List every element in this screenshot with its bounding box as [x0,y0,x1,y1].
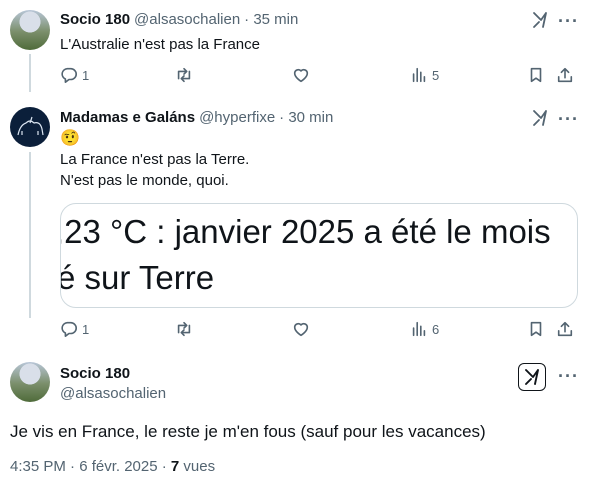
thread-connector [29,54,31,92]
author-handle[interactable]: @alsasochalien [134,11,240,28]
share-icon [557,67,573,83]
retweet-icon [177,321,191,337]
views-count: 6 [432,321,440,337]
retweet-icon [177,67,191,83]
card-headline-line-2: é sur Terre [60,259,215,296]
share-button[interactable] [556,66,574,84]
views-count: 5 [432,67,440,83]
views-icon [412,67,426,83]
author-name[interactable]: Socio 180 [60,11,130,28]
grok-button[interactable] [518,363,546,391]
avatar[interactable] [10,362,50,402]
like-button[interactable] [292,320,310,338]
emoji: 🤨 [60,130,80,147]
views-count: 7 [170,458,180,475]
more-icon[interactable]: ··· [558,110,579,128]
reply-icon [61,321,77,338]
tweet-meta: 4:35 PM · 6 févr. 2025 · 7 vues [10,458,215,475]
reply-icon [61,67,77,84]
reply-button[interactable]: 1 [60,66,89,84]
views-label: vues [179,458,216,475]
avatar-drawing [17,116,44,136]
views-icon [412,321,426,337]
author-name[interactable]: Madamas e Galáns [60,109,195,126]
link-card[interactable]: ,23 °C : janvier 2025 a été le mois é su… [60,203,578,308]
tweet-text-line-1: La France n'est pas la Terre. [60,151,250,168]
tweet-header: Socio 180 @alsasochalien · 35 min [60,11,298,28]
grok-icon[interactable] [530,10,550,30]
share-icon [557,321,573,337]
more-icon[interactable]: ··· [558,367,579,385]
author-handle[interactable]: @hyperfixe [199,109,275,126]
avatar[interactable] [10,10,50,50]
bookmark-icon [530,67,542,83]
card-headline-line-1: ,23 °C : janvier 2025 a été le mois [60,213,551,250]
heart-icon [293,322,309,337]
reply-count: 1 [82,67,90,83]
tweet-time[interactable]: · 35 min [244,11,298,28]
views-button[interactable]: 6 [410,320,439,338]
tweet-text: L'Australie n'est pas la France [60,36,260,53]
reply-button[interactable]: 1 [60,320,89,338]
bookmark-button[interactable] [527,66,545,84]
retweet-button[interactable] [175,66,193,84]
grok-icon[interactable] [530,108,550,128]
tweet-text: Je vis en France, le reste je m'en fous … [10,422,486,441]
more-icon[interactable]: ··· [558,12,579,30]
grok-icon [525,369,539,385]
thread-connector [29,152,31,318]
share-button[interactable] [556,320,574,338]
like-button[interactable] [292,66,310,84]
timestamp[interactable]: 4:35 PM · 6 févr. 2025 · [10,458,171,475]
tweet-header: Madamas e Galáns @hyperfixe · 30 min [60,109,333,126]
avatar[interactable] [10,107,50,147]
author-handle[interactable]: @alsasochalien [60,385,166,402]
bookmark-icon [530,321,542,337]
bookmark-button[interactable] [527,320,545,338]
author-name[interactable]: Socio 180 [60,365,130,382]
reply-count: 1 [82,321,90,337]
tweet-text-line-2: N'est pas le monde, quoi. [60,172,229,189]
views-button[interactable]: 5 [410,66,439,84]
heart-icon [293,68,309,83]
retweet-button[interactable] [175,320,193,338]
tweet-time[interactable]: · 30 min [279,109,333,126]
